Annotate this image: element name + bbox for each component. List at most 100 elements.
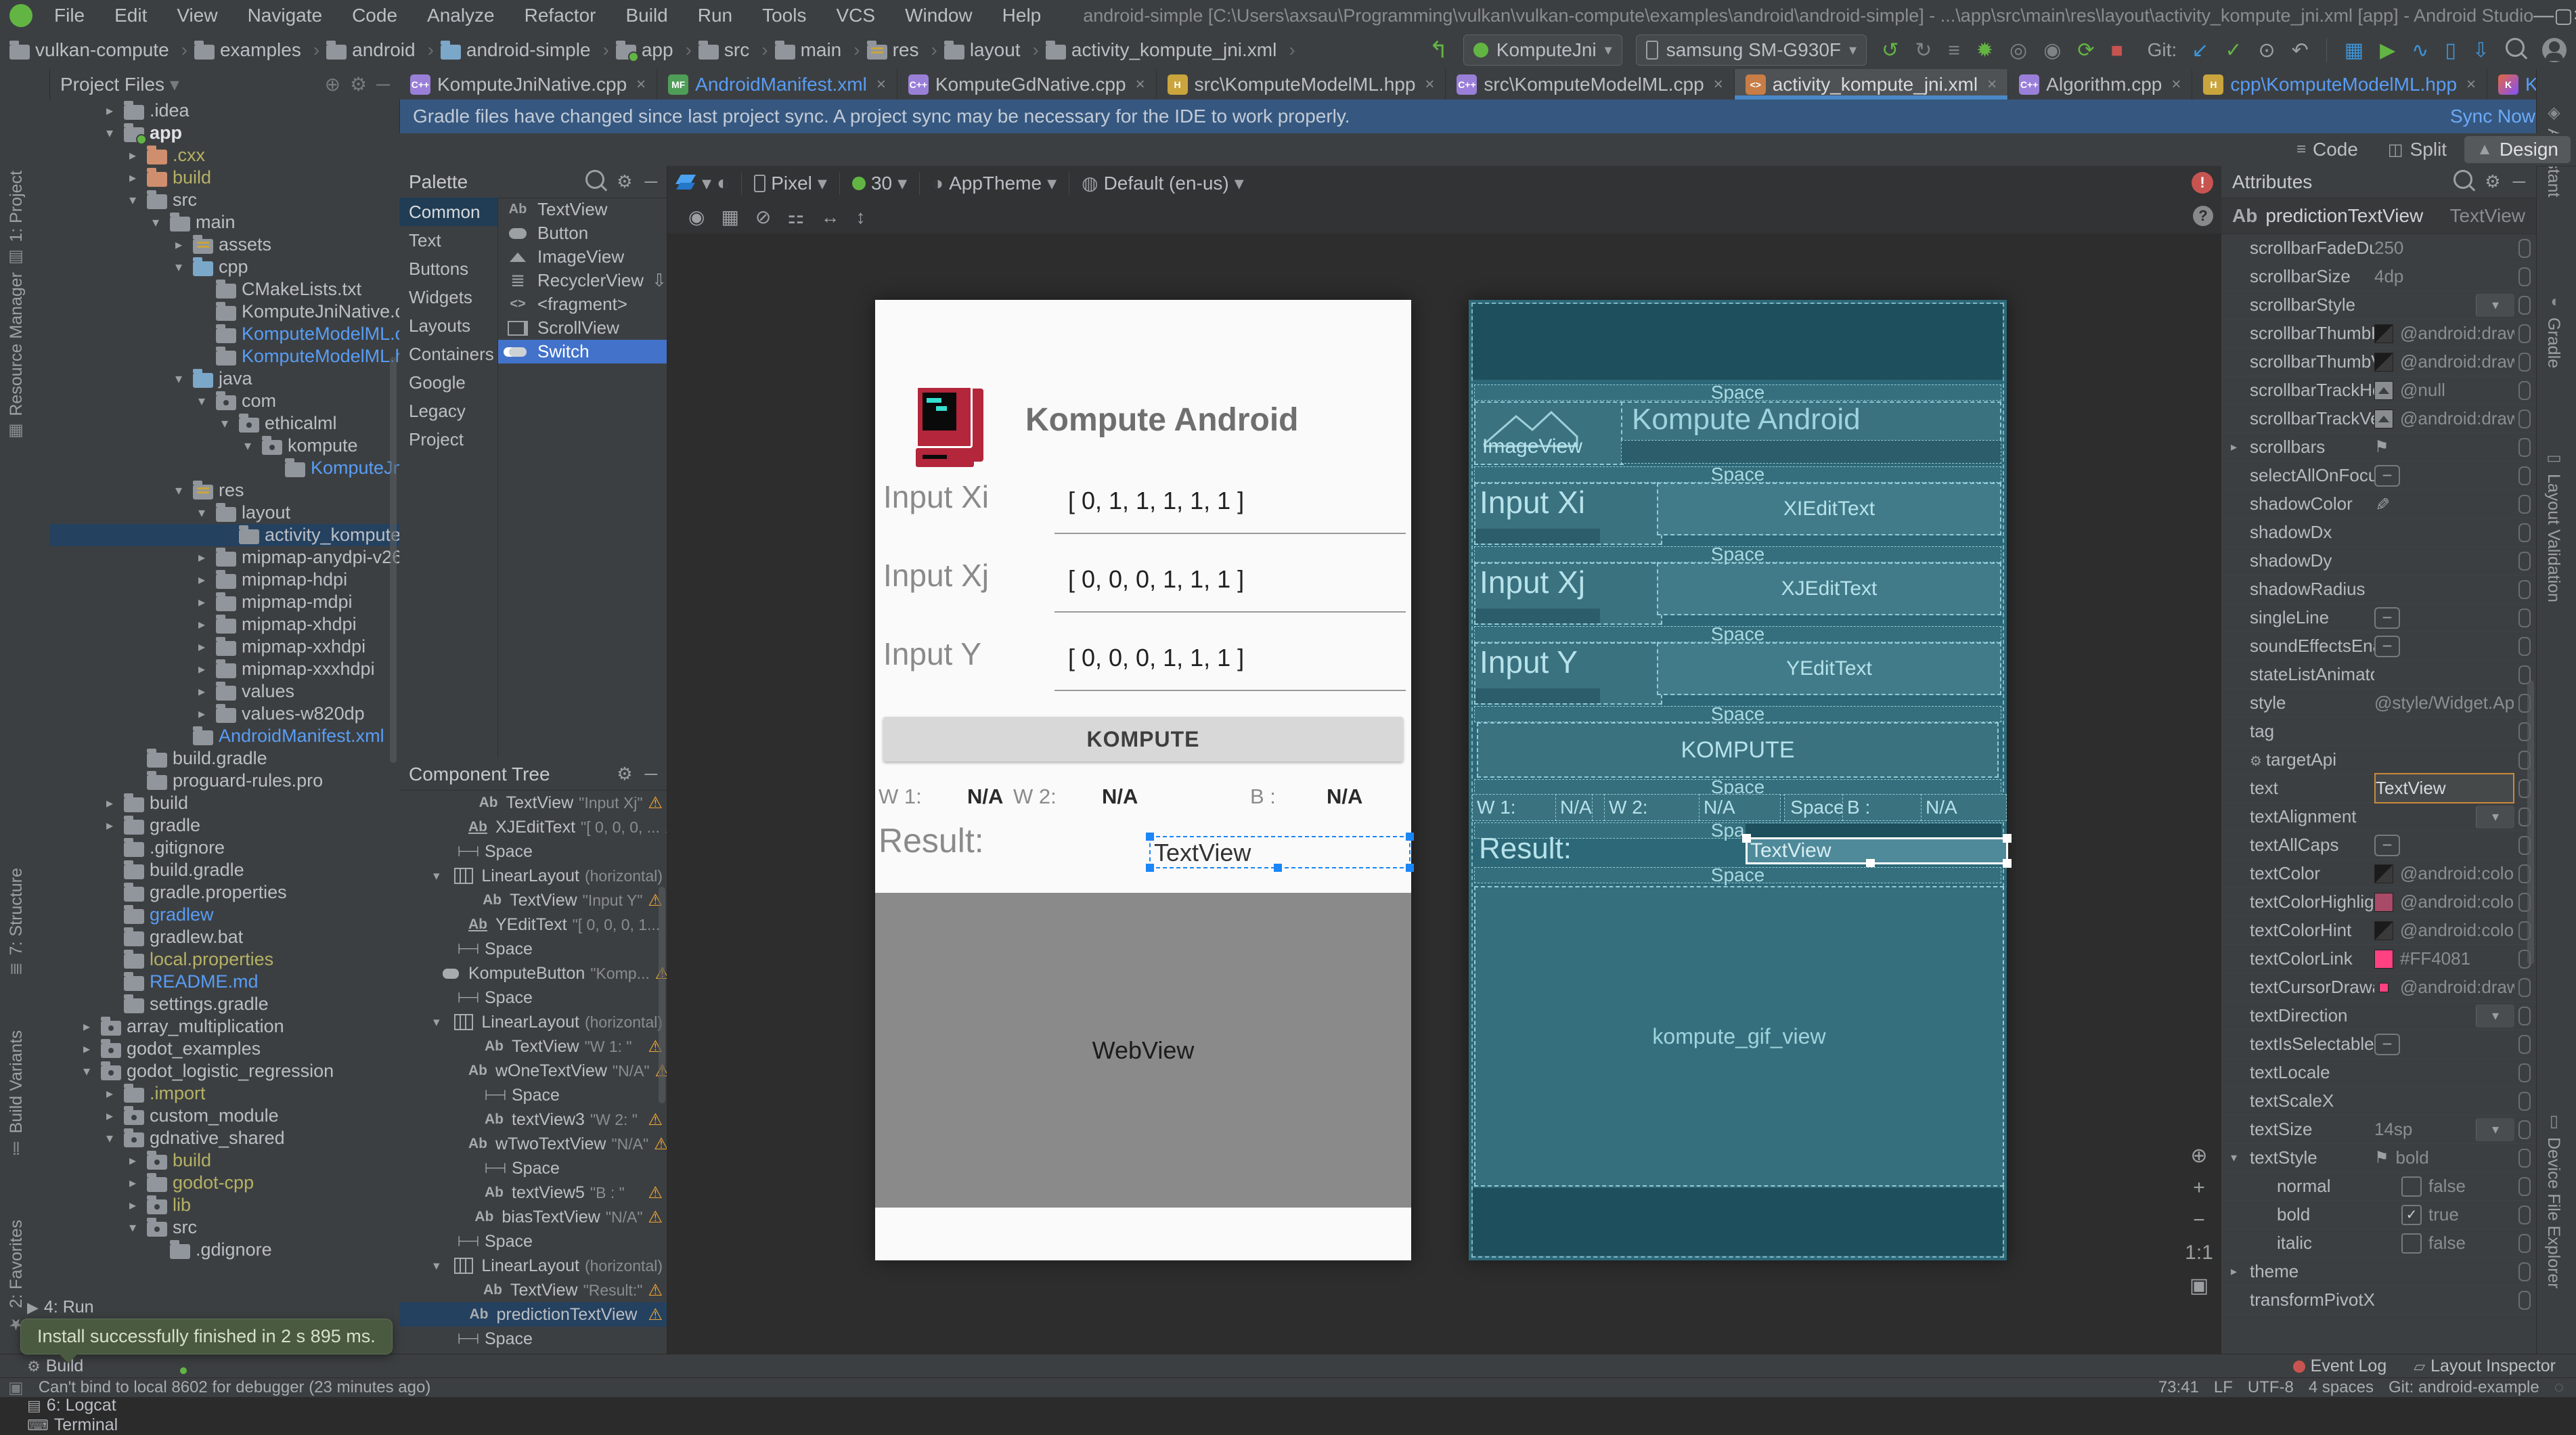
attribute-value[interactable] [2374, 1286, 2514, 1314]
tree-expand-arrow[interactable]: ▸ [124, 1174, 141, 1191]
tool-window-button[interactable]: ▶ 4: Run [27, 1298, 184, 1317]
pick-resource-icon[interactable] [2518, 239, 2531, 258]
view-mode-button[interactable]: ◫ Split [2376, 136, 2459, 163]
tab-close-icon[interactable]: × [876, 75, 886, 94]
pick-resource-icon[interactable] [2518, 523, 2531, 542]
blueprint-space[interactable]: Space [1474, 546, 2001, 562]
pick-resource-icon[interactable] [2518, 1035, 2531, 1054]
tree-row[interactable]: ▸ mipmap-hdpi [49, 569, 399, 591]
warning-icon[interactable] [665, 818, 667, 837]
tree-row[interactable]: ▾ com [49, 390, 399, 412]
apply-changes-android-icon[interactable]: ⟳ [2077, 39, 2094, 62]
blueprint-space[interactable]: Space [1474, 867, 2001, 883]
palette-item[interactable]: TextView [498, 198, 667, 221]
selection-handle[interactable] [2003, 859, 2012, 868]
component-row[interactable]: TextView "W 1: " [399, 1034, 667, 1059]
view-mode-button[interactable]: ▲ Design [2464, 136, 2571, 163]
tree-expand-arrow[interactable]: ▸ [124, 147, 141, 164]
tree-row[interactable]: ▾ ethicalml [49, 412, 399, 435]
tree-row[interactable]: ▸ values [49, 680, 399, 703]
tree-row[interactable]: ▸ mipmap-anydpi-v26 [49, 546, 399, 569]
pick-resource-icon[interactable] [2518, 1092, 2531, 1111]
palette-hide-icon[interactable]: ─ [645, 171, 657, 192]
attributes-scrollbar[interactable] [2527, 680, 2534, 965]
orientation-icon[interactable]: ◐ [717, 172, 729, 195]
pick-resource-icon[interactable] [2518, 552, 2531, 571]
tree-row[interactable]: ▸ .import [49, 1082, 399, 1105]
editor-tab[interactable]: KomputeGdNative.cpp × [897, 69, 1157, 100]
minimize-button[interactable]: — [2533, 4, 2554, 27]
component-row[interactable]: Space [399, 839, 667, 864]
pick-resource-icon[interactable] [2518, 580, 2531, 599]
event-log-button[interactable]: Event Log [2293, 1356, 2387, 1376]
attribute-value[interactable]: @android:drawable/s [2374, 348, 2514, 376]
attribute-value-text[interactable]: bold [2396, 1147, 2429, 1168]
run-anything-icon[interactable]: ≡ [1948, 39, 1960, 62]
attribute-value-text[interactable]: false [2428, 1233, 2466, 1254]
expand-h-icon[interactable]: ↔ [820, 206, 839, 227]
tree-expand-arrow[interactable]: ▸ [193, 638, 210, 655]
blueprint-edittext[interactable]: XIEditText [1657, 483, 2001, 535]
attribute-value[interactable] [2374, 1002, 2514, 1030]
tool-tab-project[interactable]: ▤ 1: Project [7, 171, 26, 268]
tree-expand-arrow[interactable]: ▾ [193, 504, 210, 521]
pick-resource-icon[interactable] [2518, 1206, 2531, 1224]
component-row[interactable]: Space [399, 1083, 667, 1107]
menu-item[interactable]: Run [683, 5, 747, 26]
selection-handle[interactable] [1742, 834, 1751, 843]
status-widget[interactable]: 73:41 [2158, 1378, 2199, 1397]
tool-tab-build-variants[interactable]: ≔ Build Variants [7, 1030, 26, 1156]
tree-row[interactable]: ▾ layout [49, 502, 399, 524]
tree-row[interactable]: ▾ main [49, 211, 399, 234]
device-manager-icon[interactable]: ▦ [2345, 39, 2363, 62]
attribute-value[interactable] [2374, 746, 2514, 774]
tree-expand-arrow[interactable]: ▸ [170, 236, 187, 253]
pick-resource-icon[interactable] [2518, 466, 2531, 485]
attribute-value[interactable] [2374, 632, 2514, 660]
component-expand-arrow[interactable]: ▾ [433, 1258, 446, 1274]
tree-row[interactable]: KomputeJni [49, 457, 399, 479]
breadcrumb[interactable]: activity_kompute_jni.xml › [1046, 39, 1295, 61]
tree-row[interactable]: proguard-rules.pro [49, 770, 399, 792]
attribute-value[interactable] [2374, 575, 2514, 603]
toggle-icon[interactable] [2374, 607, 2400, 629]
blueprint-imageview[interactable]: ImageView [1474, 401, 1624, 465]
pick-resource-icon[interactable] [2518, 410, 2531, 428]
pan-icon[interactable]: ⊕ [2184, 1144, 2214, 1168]
close-button[interactable]: × [2573, 4, 2576, 27]
attribute-value[interactable]: @android:color/secon [2374, 860, 2514, 887]
component-row[interactable]: TextView "Input Xj" [399, 791, 667, 815]
design-preview[interactable]: Kompute Android Input Xi [ 0, 1, 1, 1, 1… [875, 300, 1411, 1260]
magnet-off-icon[interactable]: ⊘ [755, 206, 771, 227]
color-picker-icon[interactable] [2374, 497, 2392, 512]
attribute-value-text[interactable]: false [2428, 1176, 2466, 1197]
palette-settings-icon[interactable]: ⚙ [617, 171, 632, 192]
color-swatch[interactable] [2374, 921, 2393, 940]
breadcrumb[interactable]: src › [698, 39, 768, 61]
tree-row[interactable]: ▸ array_multiplication [49, 1015, 399, 1038]
editor-tab[interactable]: Algorithm.cpp × [2008, 69, 2192, 100]
pick-resource-icon[interactable] [2518, 1007, 2531, 1025]
tree-row[interactable]: CMakeLists.txt [49, 278, 399, 301]
pick-resource-icon[interactable] [2518, 609, 2531, 627]
attribute-value[interactable] [2374, 661, 2514, 688]
tree-expand-arrow[interactable]: ▾ [78, 1063, 95, 1080]
git-update-icon[interactable]: ↙ [2192, 39, 2208, 62]
stop-icon[interactable]: ■ [2111, 39, 2123, 62]
component-row[interactable]: KomputeButton "Komp... [399, 961, 667, 986]
menu-item[interactable]: Window [890, 5, 987, 26]
attributes-settings-icon[interactable]: ⚙ [2485, 171, 2500, 192]
tab-close-icon[interactable]: × [1136, 75, 1145, 94]
checkbox[interactable] [2401, 1205, 2422, 1225]
tree-row[interactable]: build.gradle [49, 859, 399, 881]
editor-tab[interactable]: src\KomputeModelML.cpp × [1446, 69, 1734, 100]
device-selector[interactable]: samsung SM-G930F▾ [1636, 35, 1867, 66]
tree-row[interactable]: ▾ res [49, 479, 399, 502]
tree-expand-arrow[interactable]: ▸ [78, 1040, 95, 1057]
attribute-value-text[interactable]: 14sp [2374, 1119, 2412, 1140]
attribute-value[interactable]: @style/Widget.App [2374, 689, 2514, 717]
component-row[interactable]: predictionTextView [399, 1302, 667, 1327]
dropdown-icon[interactable] [2476, 805, 2514, 829]
breadcrumb[interactable]: main › [775, 39, 860, 61]
attribute-value-text[interactable]: 4dp [2374, 266, 2403, 287]
